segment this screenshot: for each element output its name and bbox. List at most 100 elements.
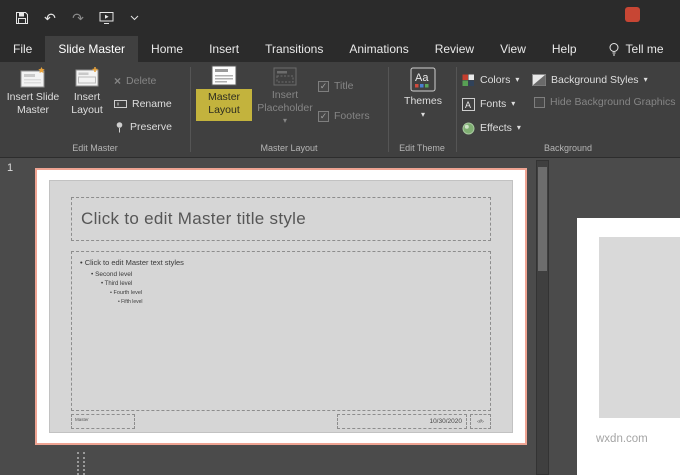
group-separator xyxy=(456,67,457,152)
tell-me-box[interactable]: Tell me xyxy=(590,36,664,62)
footers-checkbox[interactable]: ✓ Footers xyxy=(318,110,370,122)
effects-label: Effects xyxy=(480,122,512,134)
tab-home[interactable]: Home xyxy=(138,36,196,62)
dropdown-caret-icon: ▾ xyxy=(420,109,425,119)
delete-label: Delete xyxy=(126,75,157,87)
checkbox-checked-icon: ✓ xyxy=(318,80,329,92)
chevron-down-icon xyxy=(130,15,138,21)
colors-icon xyxy=(462,74,475,87)
preserve-button[interactable]: Preserve xyxy=(114,117,172,137)
start-from-beginning-button[interactable] xyxy=(97,9,115,27)
insert-slide-master-button[interactable]: Insert Slide Master xyxy=(4,67,62,116)
title-bar: ↶ ↷ xyxy=(0,0,680,36)
themes-icon: Aa xyxy=(410,67,436,92)
tell-me-label: Tell me xyxy=(625,42,664,56)
watermark: wxdn.com xyxy=(596,433,648,445)
body-placeholder[interactable]: Click to edit Master text styles Second … xyxy=(71,251,491,411)
fonts-button[interactable]: A Fonts ▾ xyxy=(462,94,515,114)
insert-layout-icon xyxy=(75,67,99,88)
hide-background-graphics-label: Hide Background Graphics xyxy=(550,96,676,108)
rename-label: Rename xyxy=(132,98,172,110)
pane-splitter-dots[interactable] xyxy=(83,452,85,475)
tab-view[interactable]: View xyxy=(487,36,539,62)
insert-placeholder-label: Insert Placeholder ▾ xyxy=(257,89,313,126)
insert-slide-master-label: Insert Slide Master xyxy=(6,91,60,116)
master-layout-group-label: Master Layout xyxy=(260,143,318,153)
ribbon: Insert Slide Master Insert Layout × Dele… xyxy=(0,62,680,158)
colors-button[interactable]: Colors ▾ xyxy=(462,70,519,90)
quick-access-toolbar: ↶ ↷ xyxy=(13,0,143,36)
date-placeholder[interactable]: 10/30/2020 xyxy=(337,414,467,429)
body-level-1: Click to edit Master text styles xyxy=(80,258,482,267)
body-level-3: Third level xyxy=(101,281,482,287)
scrollbar-thumb[interactable] xyxy=(538,167,547,271)
svg-text:A: A xyxy=(465,100,471,110)
tab-help[interactable]: Help xyxy=(539,36,590,62)
hide-background-graphics-checkbox[interactable]: Hide Background Graphics xyxy=(534,96,680,108)
preserve-pin-icon xyxy=(114,121,125,133)
dropdown-caret-icon: ▾ xyxy=(511,99,516,108)
themes-label: Themes xyxy=(404,95,442,107)
tab-insert[interactable]: Insert xyxy=(196,36,252,62)
tab-slide-master[interactable]: Slide Master xyxy=(45,36,139,62)
group-separator xyxy=(190,67,191,152)
dropdown-caret-icon: ▾ xyxy=(515,75,520,84)
title-checkbox-label: Title xyxy=(334,80,354,92)
effects-icon xyxy=(462,122,475,135)
pane-splitter-dots[interactable] xyxy=(77,452,79,475)
background-window: wxdn.com xyxy=(577,218,680,475)
tab-file[interactable]: File xyxy=(0,36,45,62)
vertical-scrollbar[interactable] xyxy=(536,160,549,475)
insert-placeholder-icon xyxy=(273,67,297,86)
background-styles-label: Background Styles xyxy=(551,74,639,86)
fonts-icon: A xyxy=(462,97,475,111)
tab-animations[interactable]: Animations xyxy=(336,36,421,62)
body-level-4: Fourth level xyxy=(110,290,482,296)
body-level-5: Fifth level xyxy=(118,299,482,305)
customize-qat-button[interactable] xyxy=(125,9,143,27)
app-icon[interactable] xyxy=(625,7,640,22)
title-checkbox[interactable]: ✓ Title xyxy=(318,80,353,92)
save-icon xyxy=(16,12,28,24)
master-layout-label: Master Layout xyxy=(196,89,252,122)
title-placeholder[interactable]: Click to edit Master title style xyxy=(71,197,491,241)
delete-button[interactable]: × Delete xyxy=(114,71,156,91)
background-styles-icon xyxy=(532,74,546,86)
dropdown-caret-icon: ▾ xyxy=(516,123,521,132)
tab-review[interactable]: Review xyxy=(422,36,487,62)
insert-layout-button[interactable]: Insert Layout xyxy=(62,67,112,116)
slide-thumbnail-number: 1 xyxy=(7,162,14,174)
master-layout-icon xyxy=(211,65,237,86)
tab-transitions[interactable]: Transitions xyxy=(252,36,336,62)
dropdown-caret-icon: ▾ xyxy=(282,116,287,126)
edit-theme-group-label: Edit Theme xyxy=(399,143,445,153)
preserve-label: Preserve xyxy=(130,121,173,133)
slideshow-icon xyxy=(99,12,113,24)
rename-button[interactable]: Rename xyxy=(114,94,172,114)
save-button[interactable] xyxy=(13,9,31,27)
group-separator xyxy=(388,67,389,152)
slide-master-canvas[interactable]: Click to edit Master title style Click t… xyxy=(49,180,513,433)
rename-icon xyxy=(114,98,127,110)
powerpoint-window: ↶ ↷ File Slide Master Home Insert Transi… xyxy=(0,0,680,475)
checkbox-unchecked-icon xyxy=(534,96,545,108)
slide-highlight-frame: Click to edit Master title style Click t… xyxy=(35,168,527,445)
background-styles-button[interactable]: Background Styles ▾ xyxy=(532,70,648,90)
background-slide-area xyxy=(599,237,680,418)
checkbox-checked-icon: ✓ xyxy=(318,110,329,122)
edit-master-group-label: Edit Master xyxy=(72,143,118,153)
redo-button[interactable]: ↷ xyxy=(69,9,87,27)
effects-button[interactable]: Effects ▾ xyxy=(462,118,521,138)
master-layout-button[interactable]: Master Layout xyxy=(196,65,252,122)
insert-placeholder-button[interactable]: Insert Placeholder ▾ xyxy=(254,67,316,127)
themes-button[interactable]: Aa Themes ▾ xyxy=(396,67,450,119)
footers-checkbox-label: Footers xyxy=(334,110,370,122)
dropdown-caret-icon: ▾ xyxy=(643,75,648,84)
editing-area: 1 Click to edit Master title style Click… xyxy=(0,158,680,475)
lightbulb-icon xyxy=(608,42,620,57)
insert-slide-master-icon xyxy=(20,67,46,88)
footer-placeholder[interactable]: Master xyxy=(71,414,135,429)
undo-button[interactable]: ↶ xyxy=(41,9,59,27)
svg-text:Aa: Aa xyxy=(415,72,429,84)
slide-number-placeholder[interactable]: ‹#› xyxy=(470,414,491,429)
